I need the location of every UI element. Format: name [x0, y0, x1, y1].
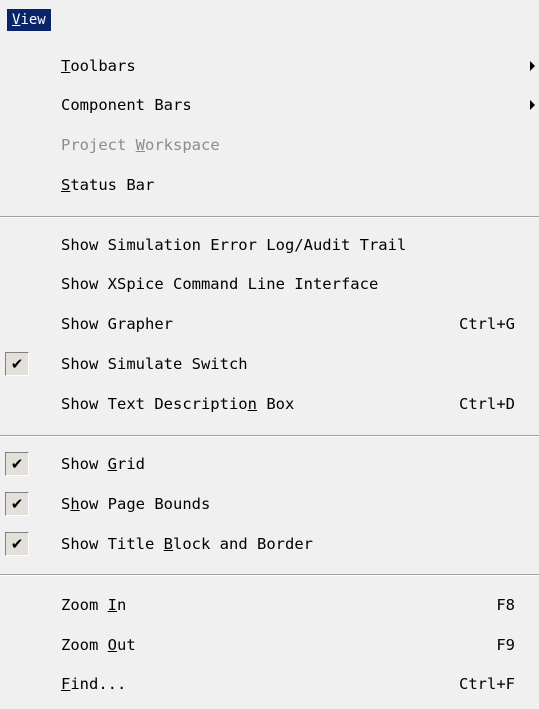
label-text: Show [61, 455, 108, 473]
menu-item-label: Show Text Description Box [61, 387, 294, 421]
label-text: ow Page Bounds [79, 495, 211, 513]
menu-item-project-workspace: Project Workspace [0, 128, 539, 162]
menu-item-show-text-description-box[interactable]: Show Text Description Box Ctrl+D [0, 387, 539, 421]
checkmark-icon: ✔ [5, 492, 29, 516]
menu-item-shortcut: F9 [496, 636, 515, 654]
label-text: orkspace [145, 136, 220, 154]
menu-item-label: Show Grapher [61, 315, 173, 333]
mnemonic: n [247, 395, 257, 413]
menu-item-label: Component Bars [61, 96, 192, 114]
menu-separator [0, 574, 539, 576]
menu-item-label: Zoom Out [61, 628, 136, 662]
menu-item-label: Project Workspace [61, 128, 220, 162]
menu-item-label: Zoom In [61, 588, 126, 622]
menu-item-shortcut: Ctrl+D [459, 395, 515, 413]
menu-separator [0, 216, 539, 218]
menu-item-label: Status Bar [61, 168, 154, 202]
menu-item-label: Toolbars [61, 49, 136, 83]
menu-item-label: Show Grid [61, 447, 145, 481]
menu-item-label: Find... [61, 667, 126, 701]
menu-item-show-xspice-cli[interactable]: Show XSpice Command Line Interface [0, 267, 539, 301]
submenu-arrow-icon [530, 100, 535, 110]
menu-item-show-page-bounds[interactable]: ✔ Show Page Bounds [0, 487, 539, 521]
submenu-arrow-icon [530, 61, 535, 71]
label-text: Project [61, 136, 136, 154]
view-menu-title[interactable]: View [7, 9, 51, 31]
menu-item-shortcut: F8 [496, 596, 515, 614]
label-text: Box [256, 395, 295, 413]
checkmark-icon: ✔ [5, 532, 29, 556]
menu-bar: View [0, 0, 539, 38]
menu-separator [0, 435, 539, 437]
menu-item-label: Show Simulate Switch [61, 355, 248, 373]
mnemonic: F [61, 675, 71, 693]
label-text: Zoom [61, 596, 108, 614]
label-text: Show Title [61, 535, 164, 553]
menu-title-text: iew [20, 12, 46, 28]
label-text: rid [117, 455, 146, 473]
mnemonic: I [107, 596, 118, 614]
menu-item-show-error-log[interactable]: Show Simulation Error Log/Audit Trail [0, 228, 539, 262]
menu-item-toolbars[interactable]: Toolbars [0, 49, 539, 83]
label-text: Show Text Descriptio [61, 395, 248, 413]
menu-item-status-bar[interactable]: Status Bar [0, 168, 539, 202]
label-text: oolbars [70, 57, 136, 75]
mnemonic: B [163, 535, 173, 553]
mnemonic: T [61, 57, 71, 75]
menu-item-show-grapher[interactable]: Show Grapher Ctrl+G [0, 307, 539, 341]
mnemonic: S [61, 176, 71, 194]
mnemonic: O [107, 636, 118, 654]
label-text: ind... [70, 675, 127, 693]
menu-item-label: Show Simulation Error Log/Audit Trail [61, 236, 407, 254]
checkmark-icon: ✔ [5, 352, 29, 376]
menu-item-label: Show XSpice Command Line Interface [61, 275, 379, 293]
label-text: tatus Bar [70, 176, 155, 194]
label-text: Zoom [61, 636, 108, 654]
label-text: n [117, 596, 127, 614]
checkmark-icon: ✔ [5, 452, 29, 476]
view-menu-dropdown: Toolbars Component Bars Project Workspac… [0, 38, 539, 709]
label-text: lock and Border [173, 535, 313, 553]
mnemonic: h [70, 495, 80, 513]
menu-item-show-grid[interactable]: ✔ Show Grid [0, 447, 539, 481]
mnemonic: G [107, 455, 118, 473]
menu-item-component-bars[interactable]: Component Bars [0, 88, 539, 122]
menu-item-show-title-block-and-border[interactable]: ✔ Show Title Block and Border [0, 527, 539, 561]
menu-item-show-simulate-switch[interactable]: ✔ Show Simulate Switch [0, 347, 539, 381]
mnemonic: W [135, 136, 145, 154]
menu-item-shortcut: Ctrl+F [459, 675, 515, 693]
menu-item-label: Show Page Bounds [61, 487, 210, 521]
menu-item-zoom-out[interactable]: Zoom Out F9 [0, 628, 539, 662]
menu-item-label: Show Title Block and Border [61, 527, 313, 561]
label-text: S [61, 495, 71, 513]
menu-item-zoom-in[interactable]: Zoom In F8 [0, 588, 539, 622]
menu-item-shortcut: Ctrl+G [459, 315, 515, 333]
label-text: ut [117, 636, 136, 654]
menu-item-find[interactable]: Find... Ctrl+F [0, 667, 539, 701]
